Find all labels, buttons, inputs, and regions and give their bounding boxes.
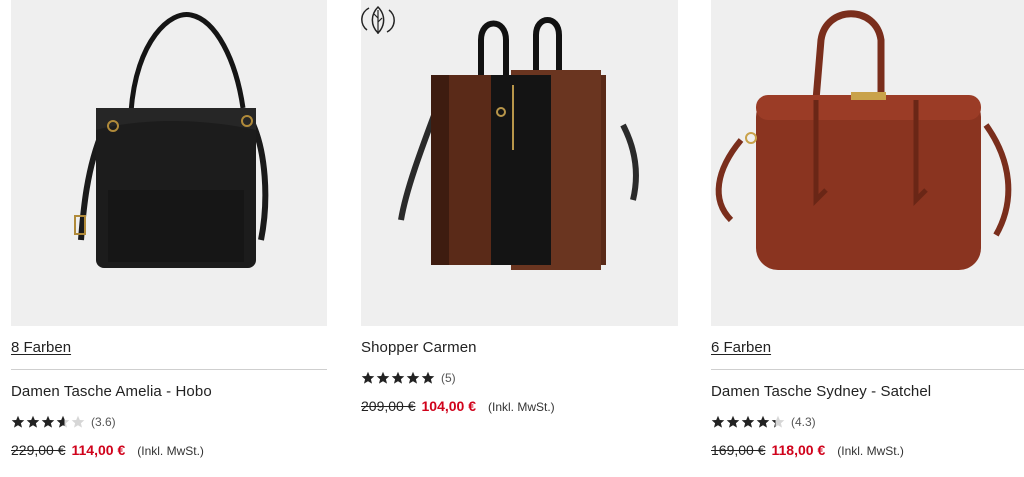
original-price: 169,00 € <box>711 442 766 458</box>
divider <box>711 369 1024 370</box>
star-full-icon <box>756 415 770 428</box>
sale-price: 114,00 € <box>71 442 126 458</box>
color-count-link[interactable]: 6 Farben <box>711 339 1024 357</box>
product-rating: (5) <box>361 370 678 386</box>
product-name[interactable]: Shopper Carmen <box>361 339 678 357</box>
rating-value: (4.3) <box>791 415 816 429</box>
hobo-bag-image <box>74 11 269 268</box>
star-empty-icon <box>71 415 85 428</box>
star-full-icon <box>741 415 755 428</box>
product-card[interactable]: 8 Farben Damen Tasche Amelia - Hobo (3.6… <box>11 0 327 459</box>
star-full-icon <box>376 371 390 384</box>
star-half-icon <box>771 415 785 428</box>
product-card[interactable]: 6 Farben Damen Tasche Sydney - Satchel (… <box>711 0 1024 459</box>
product-image[interactable] <box>711 0 1024 326</box>
sale-price: 104,00 € <box>421 398 477 414</box>
product-image[interactable] <box>361 0 678 326</box>
leaf-recycle-icon <box>361 5 395 35</box>
tax-note: (Inkl. MwSt.) <box>137 444 204 458</box>
satchel-bag-image <box>715 10 1012 270</box>
product-rating: (3.6) <box>11 414 327 430</box>
color-count-link[interactable]: 8 Farben <box>11 339 327 357</box>
price-row: 229,00 € 114,00 € (Inkl. MwSt.) <box>11 441 327 459</box>
star-full-icon <box>11 415 25 428</box>
price-row: 169,00 € 118,00 € (Inkl. MwSt.) <box>711 441 1024 459</box>
tax-note: (Inkl. MwSt.) <box>837 444 904 458</box>
star-full-icon <box>711 415 725 428</box>
star-rating <box>11 415 85 429</box>
star-full-icon <box>406 371 420 384</box>
product-rating: (4.3) <box>711 414 1024 430</box>
star-full-icon <box>726 415 740 428</box>
product-name[interactable]: Damen Tasche Sydney - Satchel <box>711 383 1024 401</box>
product-image[interactable] <box>11 0 327 326</box>
divider <box>11 369 327 370</box>
star-rating <box>361 371 435 385</box>
rating-value: (5) <box>441 371 456 385</box>
price-row: 209,00 € 104,00 € (Inkl. MwSt.) <box>361 397 678 415</box>
original-price: 229,00 € <box>11 442 66 458</box>
star-full-icon <box>391 371 405 384</box>
shopper-bag-image <box>398 17 639 270</box>
product-card[interactable]: Shopper Carmen (5) 209,00 € 104,00 € (In… <box>361 0 678 415</box>
star-full-icon <box>26 415 40 428</box>
sale-price: 118,00 € <box>771 442 826 458</box>
tax-note: (Inkl. MwSt.) <box>488 400 555 414</box>
star-full-icon <box>361 371 375 384</box>
star-half-icon <box>56 415 70 428</box>
star-full-icon <box>421 371 435 384</box>
rating-value: (3.6) <box>91 415 116 429</box>
star-full-icon <box>41 415 55 428</box>
original-price: 209,00 € <box>361 398 416 414</box>
product-name[interactable]: Damen Tasche Amelia - Hobo <box>11 383 327 401</box>
star-rating <box>711 415 785 429</box>
